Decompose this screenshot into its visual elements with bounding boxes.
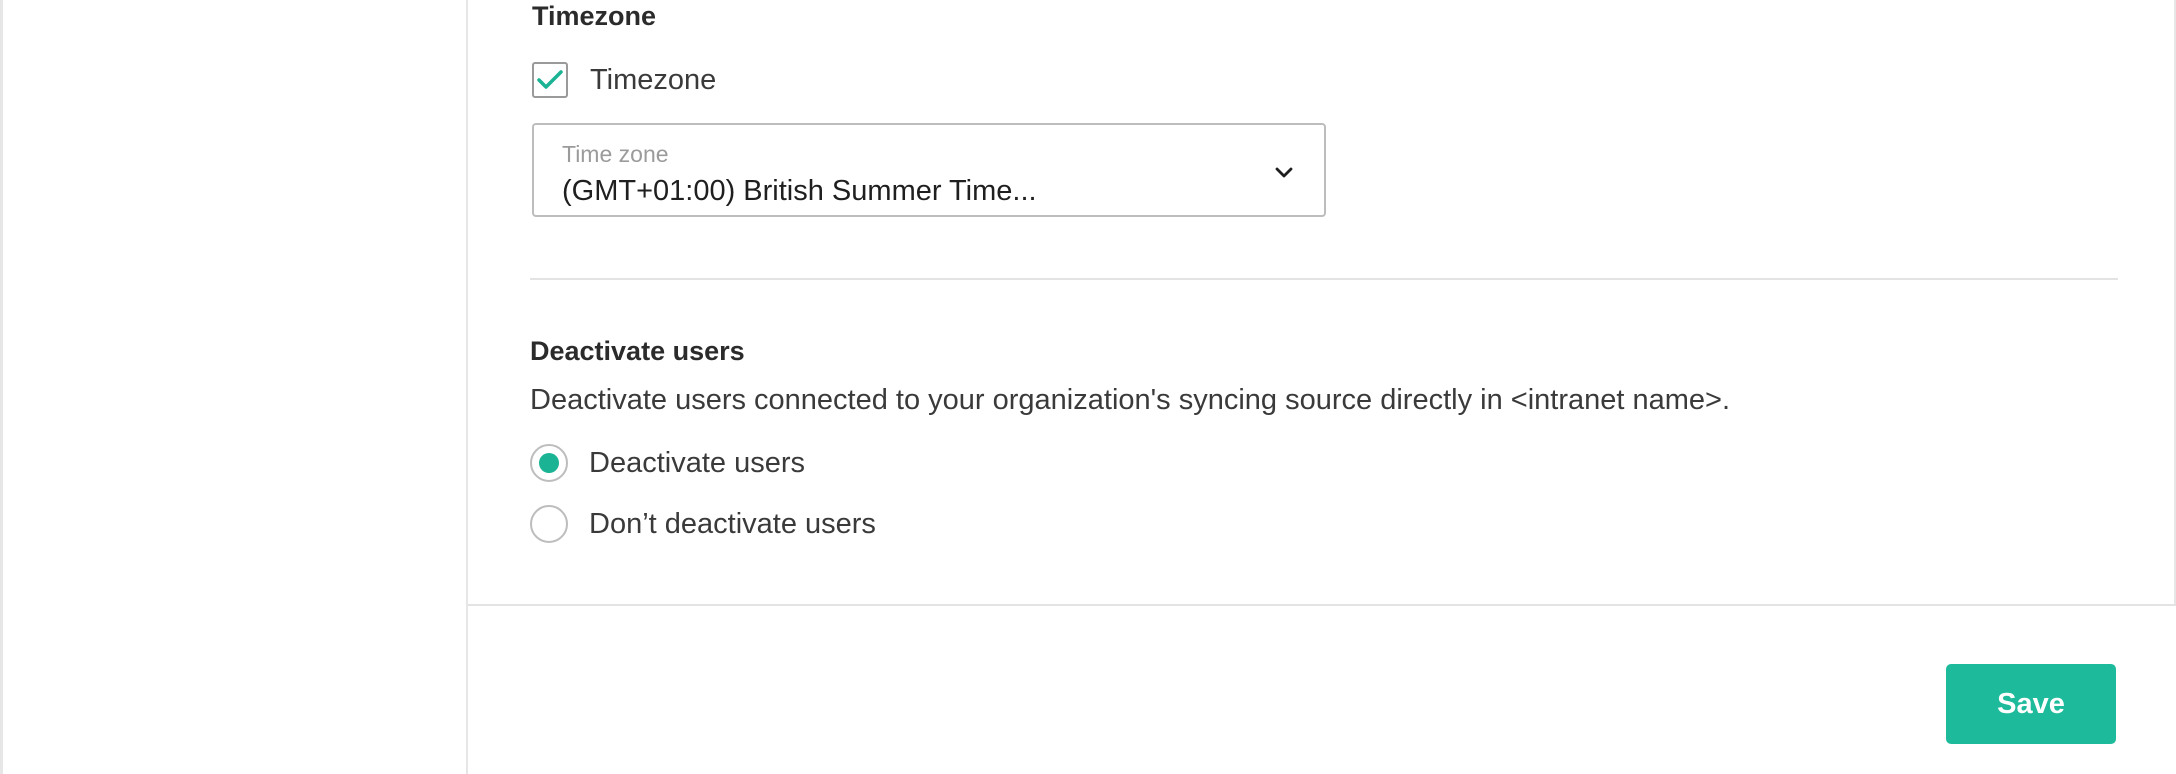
timezone-section-title: Timezone xyxy=(532,1,657,31)
deactivate-radio[interactable] xyxy=(530,444,568,482)
timezone-select-value: (GMT+01:00) British Summer Time... xyxy=(562,175,1037,207)
checkmark-icon xyxy=(537,70,563,89)
timezone-select[interactable]: Time zone (GMT+01:00) British Summer Tim… xyxy=(532,123,1326,217)
settings-page: Timezone Timezone Time zone (GMT+01:00) … xyxy=(0,0,2176,774)
deactivate-description: Deactivate users connected to your organ… xyxy=(530,384,1731,416)
radio-selected-dot xyxy=(539,453,559,473)
left-sidebar xyxy=(0,0,468,774)
timezone-checkbox-row[interactable]: Timezone xyxy=(532,62,716,98)
footer-divider xyxy=(468,604,2176,606)
deactivate-section-title: Deactivate users xyxy=(530,336,745,366)
chevron-down-icon xyxy=(1275,167,1293,178)
radio-option-deactivate[interactable]: Deactivate users xyxy=(530,444,805,482)
save-button[interactable]: Save xyxy=(1946,664,2116,744)
section-divider xyxy=(530,278,2118,280)
timezone-select-label: Time zone xyxy=(562,141,669,167)
dont-deactivate-radio[interactable] xyxy=(530,505,568,543)
timezone-checkbox-label: Timezone xyxy=(590,63,717,96)
dont-deactivate-radio-label: Don’t deactivate users xyxy=(589,507,876,540)
deactivate-radio-label: Deactivate users xyxy=(589,446,805,479)
timezone-checkbox[interactable] xyxy=(532,62,568,98)
settings-content: Timezone Timezone Time zone (GMT+01:00) … xyxy=(470,0,2174,606)
radio-option-dont-deactivate[interactable]: Don’t deactivate users xyxy=(530,505,876,543)
